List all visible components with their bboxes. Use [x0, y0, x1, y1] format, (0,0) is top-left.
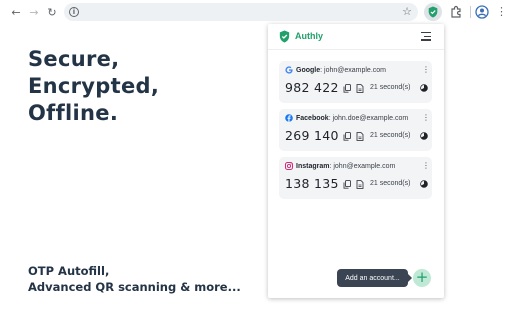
- copy-icon[interactable]: [343, 84, 351, 93]
- account-email: : john.doe@example.com: [328, 114, 409, 122]
- add-account-tooltip: Add an account...: [337, 269, 412, 287]
- popup-header: Authly: [268, 24, 444, 50]
- countdown-timer: 21 second(s): [370, 132, 411, 139]
- hero-line-1: Secure,: [28, 47, 120, 71]
- service-name: Instagram: [296, 162, 330, 170]
- menu-icon[interactable]: [421, 32, 431, 41]
- otp-code[interactable]: 269 140: [285, 128, 339, 143]
- copy-icon[interactable]: [343, 132, 351, 141]
- timer-pie-icon: [420, 84, 428, 92]
- otp-code[interactable]: 138 135: [285, 176, 339, 191]
- copy-icon[interactable]: [343, 180, 351, 189]
- subtitle-line-2: Advanced QR scanning & more...: [28, 280, 241, 294]
- account-header: Instagram: john@example.com: [285, 162, 395, 170]
- service-name: Facebook: [296, 114, 329, 122]
- account-email: : john@example.com: [329, 162, 396, 170]
- autofill-document-icon[interactable]: [356, 132, 364, 141]
- add-account-button[interactable]: +: [413, 269, 431, 287]
- browser-menu-icon[interactable]: ⋮: [496, 5, 507, 19]
- timer-pie-icon: [420, 132, 428, 140]
- address-bar[interactable]: i ☆: [64, 3, 418, 21]
- more-options-icon[interactable]: ⋮: [422, 66, 430, 74]
- toolbar-separator: [470, 6, 471, 18]
- more-options-icon[interactable]: ⋮: [422, 162, 430, 170]
- instagram-icon: [285, 162, 293, 170]
- google-icon: [285, 66, 293, 74]
- extensions-puzzle-icon[interactable]: [449, 5, 463, 19]
- site-info-icon[interactable]: i: [69, 7, 79, 17]
- hero-headline: Secure, Encrypted, Offline.: [28, 46, 228, 127]
- profile-avatar-icon[interactable]: [475, 5, 489, 19]
- service-name: Google: [296, 66, 321, 74]
- forward-button[interactable]: →: [26, 4, 42, 20]
- autofill-document-icon[interactable]: [356, 84, 364, 93]
- authly-extension-button[interactable]: [424, 3, 442, 21]
- shield-check-icon: [279, 30, 290, 43]
- otp-code[interactable]: 982 422: [285, 80, 339, 95]
- hero-line-3: Offline.: [28, 101, 119, 125]
- authly-popup: Authly Google: john@example.com ⋮ 982 42…: [268, 24, 444, 298]
- more-options-icon[interactable]: ⋮: [422, 114, 430, 122]
- account-header: Facebook: john.doe@example.com: [285, 114, 408, 122]
- subtitle-line-1: OTP Autofill,: [28, 264, 110, 278]
- feature-subtitle: OTP Autofill, Advanced QR scanning & mor…: [28, 263, 258, 295]
- autofill-document-icon[interactable]: [356, 180, 364, 189]
- back-button[interactable]: ←: [8, 4, 24, 20]
- bookmark-star-icon[interactable]: ☆: [402, 5, 412, 18]
- account-card[interactable]: Google: john@example.com ⋮ 982 422 21 se…: [279, 61, 432, 103]
- facebook-icon: [285, 114, 293, 122]
- reload-button[interactable]: ↻: [44, 4, 60, 20]
- countdown-timer: 21 second(s): [370, 84, 411, 91]
- account-email: : john@example.com: [320, 66, 386, 74]
- timer-pie-icon: [420, 180, 428, 188]
- hero-line-2: Encrypted,: [28, 74, 160, 98]
- brand-name: Authly: [295, 31, 323, 41]
- account-card[interactable]: Facebook: john.doe@example.com ⋮ 269 140…: [279, 109, 432, 151]
- shield-check-icon: [428, 6, 438, 18]
- browser-toolbar: ← → ↻ i ☆ ⋮: [0, 0, 512, 24]
- countdown-timer: 21 second(s): [370, 180, 411, 187]
- account-header: Google: john@example.com: [285, 66, 386, 74]
- account-card[interactable]: Instagram: john@example.com ⋮ 138 135 21…: [279, 157, 432, 199]
